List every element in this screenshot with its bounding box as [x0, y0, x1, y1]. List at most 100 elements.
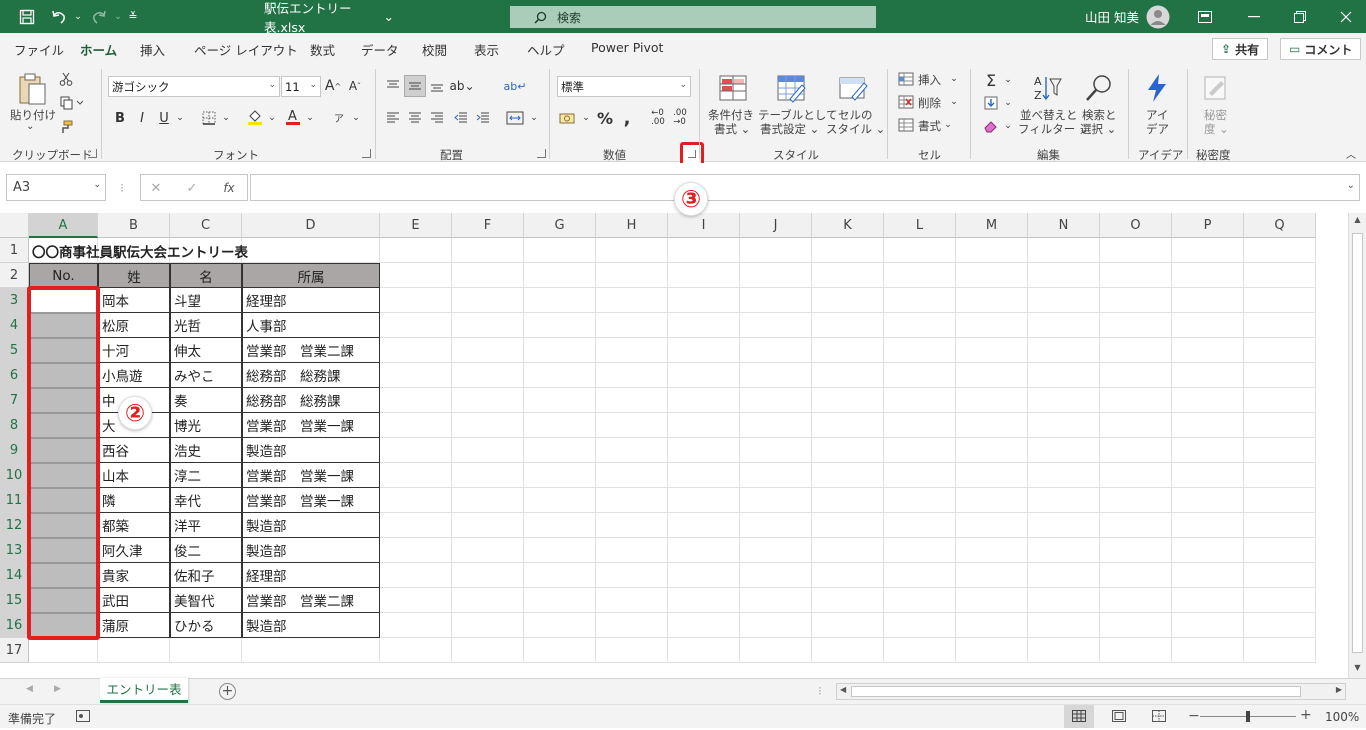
sensitivity-label-2[interactable]: 度 ⌄: [1204, 121, 1229, 137]
grid-cell[interactable]: [812, 588, 884, 613]
grid-cell[interactable]: [596, 338, 668, 363]
grid-cell[interactable]: [740, 388, 812, 413]
table-cell[interactable]: 小鳥遊: [98, 363, 170, 388]
clear-icon[interactable]: [982, 117, 1000, 135]
grid-cell[interactable]: [1100, 488, 1172, 513]
no-cell[interactable]: [29, 288, 98, 313]
grid-cell[interactable]: [524, 363, 596, 388]
table-header[interactable]: 姓: [98, 263, 170, 288]
table-cell[interactable]: 総務部 総務課: [242, 388, 380, 413]
grid-cell[interactable]: [380, 488, 452, 513]
grid-cell[interactable]: [740, 463, 812, 488]
sensitivity-icon[interactable]: [1198, 71, 1232, 105]
tab-split-grip-icon[interactable]: ⁝: [818, 684, 822, 698]
grid-cell[interactable]: [452, 263, 524, 288]
grid-cell[interactable]: [380, 363, 452, 388]
grid-cell[interactable]: [1028, 363, 1100, 388]
enter-icon[interactable]: ✓: [182, 178, 202, 198]
table-header[interactable]: 名: [170, 263, 242, 288]
table-cell[interactable]: 佐和子: [170, 563, 242, 588]
worksheet-grid[interactable]: A B C D E F G H I J K L M N O P Q 1 2 3 4 5 6 7 8 9 10 11 12 13 14 15 16…: [0, 213, 1348, 663]
grid-cell[interactable]: [1028, 338, 1100, 363]
grid-cell[interactable]: [452, 538, 524, 563]
grid-cell[interactable]: [956, 413, 1028, 438]
row-header[interactable]: 8: [0, 413, 29, 438]
grid-cell[interactable]: [740, 588, 812, 613]
grid-cell[interactable]: [884, 363, 956, 388]
table-cell[interactable]: 総務部 総務課: [242, 363, 380, 388]
grid-cell[interactable]: [1172, 588, 1244, 613]
row-header[interactable]: 12: [0, 513, 29, 538]
grid-cell[interactable]: [884, 438, 956, 463]
grid-cell[interactable]: [524, 288, 596, 313]
grid-cell[interactable]: [524, 463, 596, 488]
percent-style-icon[interactable]: %: [596, 109, 614, 128]
restore-icon[interactable]: [1282, 0, 1318, 33]
table-cell[interactable]: 幸代: [170, 488, 242, 513]
italic-button[interactable]: I: [134, 109, 150, 127]
grid-cell[interactable]: [956, 363, 1028, 388]
column-header[interactable]: G: [524, 213, 596, 238]
grid-cell[interactable]: [596, 563, 668, 588]
grid-cell[interactable]: [380, 588, 452, 613]
grid-cell[interactable]: [1244, 613, 1316, 638]
column-header[interactable]: O: [1100, 213, 1172, 238]
grid-cell[interactable]: [170, 638, 242, 663]
grid-cell[interactable]: [812, 313, 884, 338]
scroll-left-icon[interactable]: ◀: [840, 685, 846, 694]
grid-cell[interactable]: [1244, 488, 1316, 513]
table-cell[interactable]: 営業部 営業一課: [242, 463, 380, 488]
grid-cell[interactable]: [884, 238, 956, 263]
increase-indent-icon[interactable]: [474, 109, 492, 127]
undo-icon[interactable]: [48, 0, 70, 33]
grid-cell[interactable]: [956, 488, 1028, 513]
horizontal-scrollbar[interactable]: ◀ ▶: [836, 683, 1346, 700]
grid-cell[interactable]: [812, 388, 884, 413]
grid-cell[interactable]: [452, 588, 524, 613]
grid-cell[interactable]: [1172, 438, 1244, 463]
table-cell[interactable]: 営業部 営業一課: [242, 488, 380, 513]
grid-cell[interactable]: [1028, 263, 1100, 288]
no-cell[interactable]: [29, 413, 98, 438]
grid-cell[interactable]: [1172, 488, 1244, 513]
grid-cell[interactable]: [524, 538, 596, 563]
delete-cells-icon[interactable]: [897, 94, 915, 110]
number-format-combo[interactable]: 標準 ⌄: [557, 76, 691, 97]
column-header[interactable]: N: [1028, 213, 1100, 238]
align-right-icon[interactable]: [428, 109, 446, 127]
grid-cell[interactable]: [668, 538, 740, 563]
column-header[interactable]: E: [380, 213, 452, 238]
no-cell[interactable]: [29, 613, 98, 638]
grid-cell[interactable]: [1028, 588, 1100, 613]
grid-cell[interactable]: [668, 638, 740, 663]
ribbon-display-icon[interactable]: [1190, 0, 1220, 33]
table-cell[interactable]: 経理部: [242, 563, 380, 588]
no-cell[interactable]: [29, 488, 98, 513]
grid-cell[interactable]: [380, 413, 452, 438]
grid-cell[interactable]: [524, 638, 596, 663]
grid-cell[interactable]: [1028, 638, 1100, 663]
grid-cell[interactable]: [596, 363, 668, 388]
grid-cell[interactable]: [1028, 238, 1100, 263]
row-header[interactable]: 3: [0, 288, 29, 313]
autosum-dropdown-icon[interactable]: ⌄: [1002, 71, 1014, 89]
tab-home[interactable]: ホーム: [80, 40, 118, 66]
grid-cell[interactable]: [1028, 413, 1100, 438]
insert-cells-icon[interactable]: [897, 71, 915, 87]
font-name-combo[interactable]: 游ゴシック ⌄: [108, 76, 280, 97]
grid-cell[interactable]: [1172, 613, 1244, 638]
minimize-icon[interactable]: [1236, 0, 1272, 33]
align-left-icon[interactable]: [384, 109, 402, 127]
no-cell[interactable]: [29, 563, 98, 588]
grid-cell[interactable]: [668, 488, 740, 513]
table-cell[interactable]: 光哲: [170, 313, 242, 338]
grid-cell[interactable]: [668, 388, 740, 413]
grid-cell[interactable]: [524, 313, 596, 338]
scroll-up-icon[interactable]: ▲: [1351, 215, 1364, 228]
conditional-formatting-label-2[interactable]: 書式 ⌄: [714, 121, 750, 137]
grid-cell[interactable]: [1244, 563, 1316, 588]
column-header[interactable]: A: [29, 213, 98, 238]
grid-cell[interactable]: [596, 438, 668, 463]
grid-cell[interactable]: [740, 413, 812, 438]
tab-formulas[interactable]: 数式: [310, 40, 335, 59]
